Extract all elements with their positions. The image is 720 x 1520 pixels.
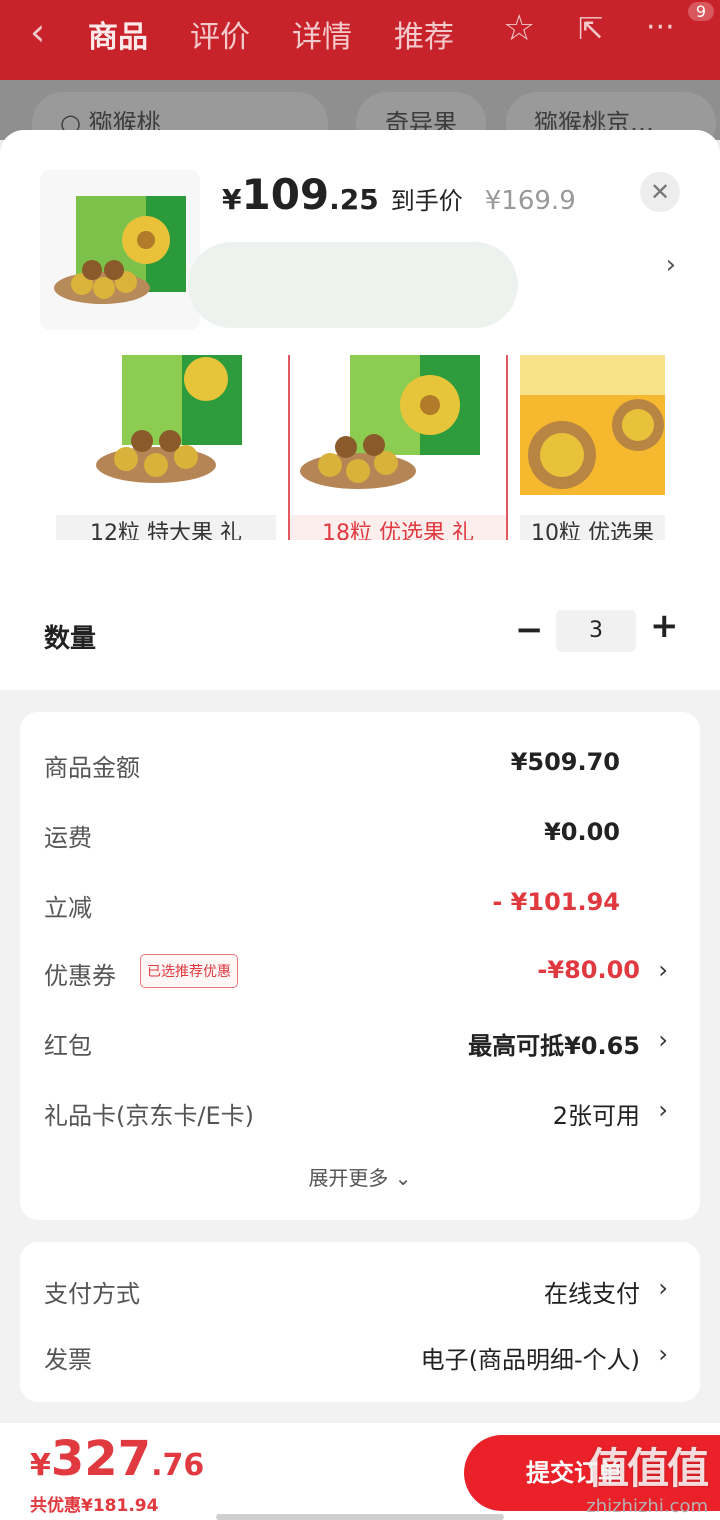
coupon-label: 优惠券 <box>44 962 116 990</box>
expand-more-button[interactable]: 展开更多 ⌄ <box>20 1162 700 1191</box>
tab-details[interactable]: 详情 <box>292 12 352 56</box>
top-nav-bar: ‹ 商品 评价 详情 推荐 ☆ ⇱ ··· 9 <box>0 0 720 80</box>
back-icon[interactable]: ‹ <box>30 10 45 54</box>
purchase-sheet: ¥ 109 .25 到手价 ¥169.9 ✕ 郑 › <box>0 130 720 1520</box>
instant-discount-row: 立减 - ¥101.94 <box>44 884 676 924</box>
total-price: ¥ 327 .76 <box>30 1431 204 1487</box>
goods-amount-row: 商品金额 ¥509.70 <box>44 744 676 784</box>
price-integer: 109 <box>241 170 330 219</box>
gift-card-value: 2张可用 <box>552 1102 640 1130</box>
price-label: 到手价 <box>390 187 463 215</box>
red-packet-value: 最高可抵¥0.65 <box>468 1032 640 1060</box>
payment-method-row[interactable]: 支付方式 在线支付 › <box>44 1270 676 1310</box>
quantity-input[interactable]: 3 <box>556 610 636 652</box>
chevron-right-icon: › <box>658 956 668 984</box>
red-packet-label: 红包 <box>44 1032 92 1060</box>
invoice-label: 发票 <box>44 1346 92 1374</box>
notification-badge: 9 <box>687 2 714 21</box>
shipping-row: 运费 ¥0.00 <box>44 814 676 854</box>
shipping-label: 运费 <box>44 824 92 852</box>
invoice-row[interactable]: 发票 电子(商品明细-个人) › <box>44 1336 676 1376</box>
redacted-area <box>188 242 518 328</box>
price-currency: ¥ <box>222 183 242 216</box>
more-icon[interactable]: ··· <box>646 10 675 45</box>
total-saving: 共优惠¥181.94 <box>30 1496 159 1516</box>
shipping-value: ¥0.00 <box>544 818 620 846</box>
watermark-logo: 值值值 zhizhizhi.com <box>586 1435 709 1517</box>
chevron-right-icon: › <box>658 1026 668 1054</box>
goods-amount-label: 商品金额 <box>44 754 140 782</box>
chevron-right-icon: › <box>658 1274 668 1302</box>
payment-method-value: 在线支付 <box>544 1280 640 1308</box>
gift-card-label: 礼品卡(京东卡/E卡) <box>44 1102 254 1130</box>
payment-card: 支付方式 在线支付 › 发票 电子(商品明细-个人) › <box>20 1242 700 1402</box>
checkout-bar: ¥ 327 .76 共优惠¥181.94 提交订单 值值值 zhizhizhi.… <box>0 1423 720 1520</box>
product-header: ¥ 109 .25 到手价 ¥169.9 ✕ 郑 › <box>0 130 720 355</box>
watermark-domain: zhizhizhi.com <box>586 1496 708 1517</box>
watermark-text: 值值值 <box>587 1444 709 1493</box>
total-currency: ¥ <box>30 1448 51 1483</box>
star-icon[interactable]: ☆ <box>503 8 535 49</box>
quantity-label: 数量 <box>44 624 97 654</box>
tab-product[interactable]: 商品 <box>88 12 148 56</box>
variant-image <box>290 355 506 515</box>
plus-icon[interactable]: + <box>650 606 679 646</box>
chevron-down-icon: ⌄ <box>394 1166 412 1190</box>
payment-method-label: 支付方式 <box>44 1280 140 1308</box>
coupon-value: -¥80.00 <box>537 956 640 984</box>
red-packet-row[interactable]: 红包 最高可抵¥0.65 › <box>44 1022 676 1062</box>
variant-image <box>520 355 665 515</box>
tab-recommend[interactable]: 推荐 <box>394 12 454 56</box>
total-integer: 327 <box>50 1431 152 1487</box>
coupon-row[interactable]: 优惠券 已选推荐优惠 -¥80.00 › <box>44 952 676 992</box>
gift-card-row[interactable]: 礼品卡(京东卡/E卡) 2张可用 › <box>44 1092 676 1132</box>
expand-more-label: 展开更多 <box>308 1166 389 1190</box>
instant-discount-label: 立减 <box>44 894 92 922</box>
price-row: ¥ 109 .25 到手价 ¥169.9 <box>222 170 576 220</box>
original-price: ¥169.9 <box>484 186 576 216</box>
product-thumbnail[interactable] <box>40 170 200 330</box>
share-icon[interactable]: ⇱ <box>578 12 603 47</box>
tab-reviews[interactable]: 评价 <box>190 12 250 56</box>
chevron-right-icon: › <box>658 1096 668 1124</box>
total-decimal: .76 <box>151 1448 205 1483</box>
chevron-right-icon: › <box>658 1340 668 1368</box>
variant-image <box>56 355 276 515</box>
close-icon[interactable]: ✕ <box>640 172 680 212</box>
fee-summary-card: 商品金额 ¥509.70 运费 ¥0.00 立减 - ¥101.94 优惠券 已… <box>20 712 700 1220</box>
minus-icon[interactable]: − <box>515 610 544 650</box>
coupon-recommended-badge: 已选推荐优惠 <box>140 954 238 988</box>
chevron-right-icon[interactable]: › <box>666 250 676 280</box>
goods-amount-value: ¥509.70 <box>510 748 620 776</box>
invoice-value: 电子(商品明细-个人) <box>420 1346 640 1374</box>
home-indicator <box>216 1514 504 1520</box>
instant-discount-value: - ¥101.94 <box>492 888 620 916</box>
price-decimal: .25 <box>329 183 379 216</box>
